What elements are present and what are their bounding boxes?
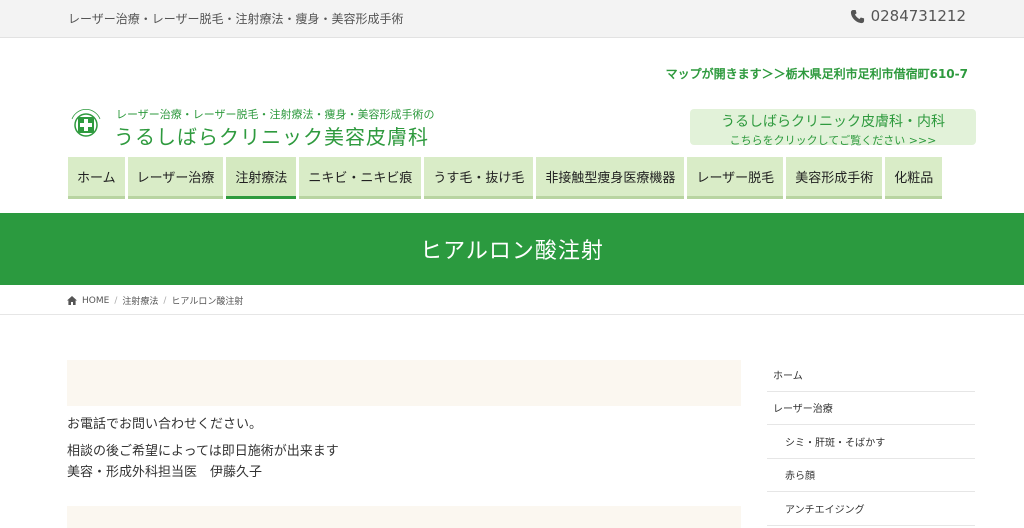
dermatology-button-subtitle: こちらをクリックしてご覧ください >>> [729, 134, 937, 147]
sidebar-item-spots[interactable]: シミ・肝斑・そばかす [767, 425, 975, 459]
sidebar-item-laser[interactable]: レーザー治療 [767, 392, 975, 425]
site-logo[interactable]: レーザー治療・レーザー脱毛・注射療法・痩身・美容形成手術の うるしばらクリニック… [68, 104, 448, 149]
nav-item-hair-loss[interactable]: うす毛・抜け毛 [424, 157, 534, 199]
site-tagline: レーザー治療・レーザー脱毛・注射療法・痩身・美容形成手術 [68, 12, 404, 26]
breadcrumb-home[interactable]: HOME [82, 296, 109, 306]
phone-link[interactable]: 0284731212 [850, 7, 966, 25]
phone-icon [850, 9, 864, 23]
breadcrumb-current: ヒアルロン酸注射 [171, 297, 244, 307]
dermatology-button-title: うるしばらクリニック皮膚科・内科 [721, 114, 945, 130]
main-nav: ホーム レーザー治療 注射療法 ニキビ・ニキビ痕 うす毛・抜け毛 非接触型痩身医… [68, 157, 945, 199]
nav-item-plastic-surgery[interactable]: 美容形成手術 [786, 157, 883, 199]
breadcrumb: HOME / 注射療法 / ヒアルロン酸注射 [0, 285, 1024, 315]
nav-item-laser-hair-removal[interactable]: レーザー脱毛 [687, 157, 784, 199]
logo-name: うるしばらクリニック美容皮膚科 [114, 125, 429, 149]
breadcrumb-separator: / [163, 295, 167, 306]
sidebar-item-home[interactable]: ホーム [767, 358, 975, 392]
breadcrumb-category[interactable]: 注射療法 [122, 294, 158, 307]
page-title: ヒアルロン酸注射 [420, 239, 604, 264]
nav-item-body-slimming[interactable]: 非接触型痩身医療機器 [536, 157, 685, 199]
sidebar-item-anti-aging[interactable]: アンチエイジング [767, 492, 975, 526]
consultation-text: 相談の後ご希望によっては即日施術が出来ます [67, 444, 339, 459]
map-address-link[interactable]: マップが開きます＞＞栃木県足利市足利市借宿町610-7 [666, 65, 968, 82]
dermatology-clinic-button[interactable]: うるしばらクリニック皮膚科・内科 こちらをクリックしてご覧ください >>> [690, 109, 976, 147]
section-heading-box [67, 360, 741, 406]
breadcrumb-separator: / [114, 295, 118, 306]
main-content: お電話でお問い合わせください。 相談の後ご希望によっては即日施術が出来ます 美容… [67, 360, 741, 528]
doctor-text: 美容・形成外科担当医 伊藤久子 [67, 465, 263, 480]
contact-text: お電話でお問い合わせください。 [67, 417, 263, 432]
nav-item-laser[interactable]: レーザー治療 [127, 157, 224, 199]
phone-number: 0284731212 [870, 7, 966, 25]
top-bar: レーザー治療・レーザー脱毛・注射療法・痩身・美容形成手術 0284731212 [0, 0, 1024, 38]
page-hero: ヒアルロン酸注射 [0, 213, 1024, 285]
nav-item-home[interactable]: ホーム [68, 157, 125, 199]
clinic-emblem-icon [71, 108, 101, 137]
home-icon [67, 296, 77, 305]
nav-item-cosmetics[interactable]: 化粧品 [885, 157, 943, 199]
nav-item-acne[interactable]: ニキビ・ニキビ痕 [299, 157, 422, 199]
sidebar-item-redness[interactable]: 赤ら顔 [767, 459, 975, 492]
logo-subtitle: レーザー治療・レーザー脱毛・注射療法・痩身・美容形成手術の [116, 108, 435, 121]
sidebar: ホーム レーザー治療 シミ・肝斑・そばかす 赤ら顔 アンチエイジング [767, 358, 975, 526]
nav-item-injection[interactable]: 注射療法 [226, 157, 297, 199]
section-heading-box [67, 506, 741, 528]
